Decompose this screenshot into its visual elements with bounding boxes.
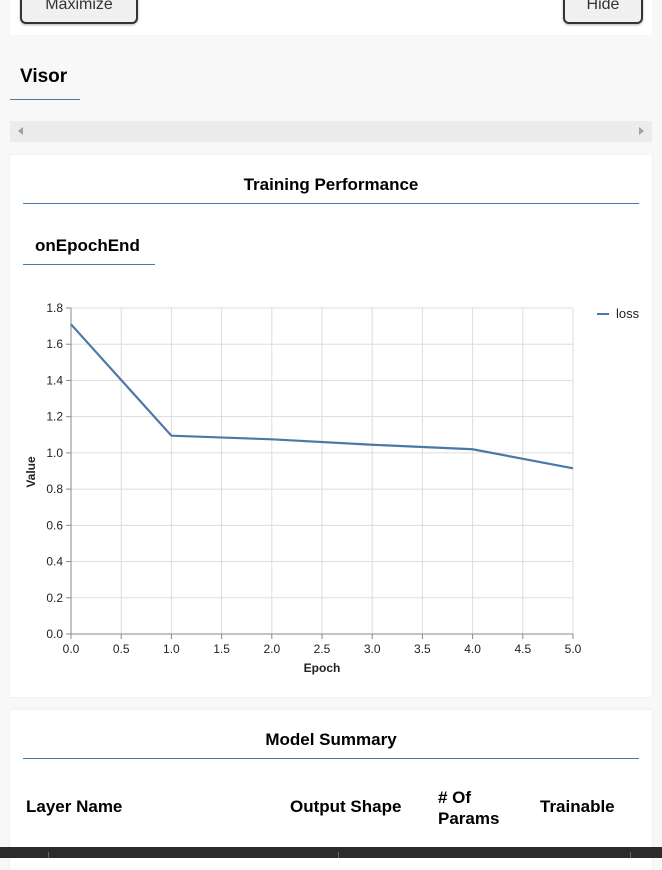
y-tick-label: 1.6 — [46, 337, 63, 351]
y-tick-label: 1.8 — [46, 301, 63, 315]
model-summary-title: Model Summary — [23, 730, 639, 759]
y-tick-label: 0.4 — [46, 555, 63, 569]
column-header-layer-name: Layer Name — [26, 797, 123, 816]
x-tick-label: 1.0 — [163, 642, 180, 656]
x-tick-label: 2.5 — [314, 642, 331, 656]
training-performance-title: Training Performance — [23, 175, 639, 204]
tab-on-epoch-end-label: onEpochEnd — [35, 236, 140, 255]
y-tick-label: 0.8 — [46, 482, 63, 496]
hide-button[interactable]: Hide — [563, 0, 643, 24]
maximize-button[interactable]: Maximize — [20, 0, 138, 24]
taskbar-divider — [338, 852, 339, 858]
y-tick-label: 1.4 — [46, 373, 63, 387]
x-tick-label: 4.0 — [464, 642, 481, 656]
x-tick-label: 1.5 — [213, 642, 230, 656]
y-tick-label: 0.2 — [46, 591, 63, 605]
y-tick-label: 0.0 — [46, 627, 63, 641]
y-tick-label: 1.2 — [46, 410, 63, 424]
scroll-left-arrow-icon[interactable] — [18, 127, 23, 135]
column-header-trainable: Trainable — [540, 797, 615, 816]
x-axis-title: Epoch — [304, 661, 341, 675]
taskbar-divider — [48, 852, 49, 858]
x-tick-label: 5.0 — [565, 642, 582, 656]
x-tick-label: 3.0 — [364, 642, 381, 656]
horizontal-scrollbar[interactable] — [10, 121, 652, 142]
visor-controls-bar: Maximize Hide — [10, 0, 652, 35]
taskbar-divider — [630, 852, 631, 858]
y-tick-label: 0.6 — [46, 518, 63, 532]
x-tick-label: 0.0 — [63, 642, 80, 656]
scroll-right-arrow-icon[interactable] — [639, 127, 644, 135]
column-header-output-shape: Output Shape — [290, 797, 402, 816]
x-tick-label: 2.0 — [263, 642, 280, 656]
legend-label-loss: loss — [616, 306, 640, 321]
tab-visor-label: Visor — [20, 66, 68, 87]
y-tick-label: 1.0 — [46, 446, 63, 460]
loss-line-chart: 0.0 0.5 1.0 1.5 2.0 2.5 3.0 3.5 4.0 4.5 5.0 0.0 0.2 0… — [24, 301, 640, 675]
x-tick-label: 4.5 — [514, 642, 531, 656]
x-tick-label: 3.5 — [414, 642, 431, 656]
model-summary-card: Model Summary Layer Name Output Shape # … — [10, 710, 652, 870]
x-tick-label: 0.5 — [113, 642, 130, 656]
tab-visor[interactable]: Visor — [10, 64, 80, 100]
y-axis-title: Value — [24, 456, 38, 488]
taskbar — [0, 847, 662, 858]
tab-on-epoch-end[interactable]: onEpochEnd — [23, 235, 155, 265]
column-header-params: # Of Params — [438, 788, 500, 828]
training-performance-card: Training Performance onEpochEnd 0.0 0.5 1.… — [10, 155, 652, 697]
